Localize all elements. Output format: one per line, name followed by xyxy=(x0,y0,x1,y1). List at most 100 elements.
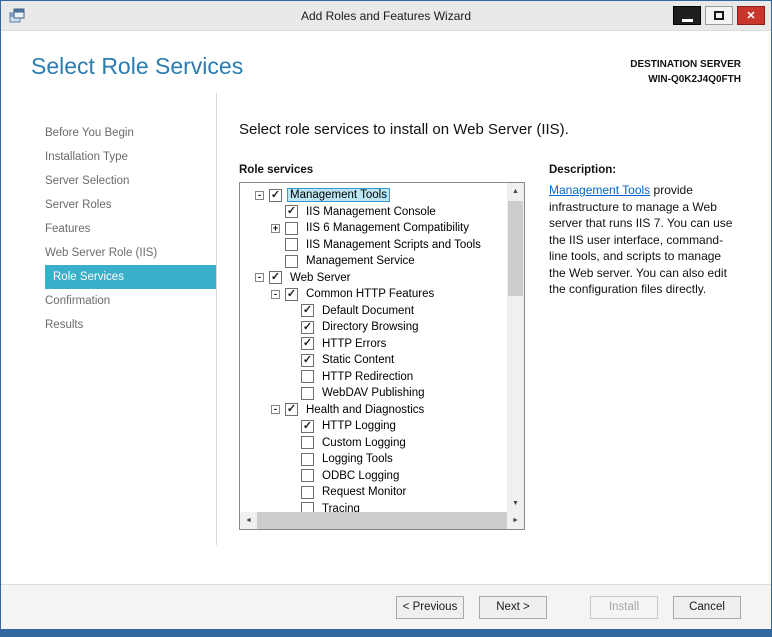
checkbox[interactable]: ✓ xyxy=(301,320,314,334)
checkbox[interactable] xyxy=(301,370,314,384)
checkbox[interactable]: ✓ xyxy=(269,271,282,285)
tree-item-label: HTTP Redirection xyxy=(322,370,414,383)
wizard-body: Before You Begin Installation Type Server … xyxy=(1,93,771,545)
scroll-up-icon[interactable]: ▲ xyxy=(507,183,524,200)
sidebar-item-before-you-begin[interactable]: Before You Begin xyxy=(45,121,216,145)
tree-item-web-server[interactable]: - ✓ Web Server xyxy=(240,270,507,287)
tree-item-webdav-publishing[interactable]: WebDAV Publishing xyxy=(240,385,507,402)
description-panel: Description: Management Tools provide in… xyxy=(525,164,741,530)
scroll-down-icon[interactable]: ▼ xyxy=(507,495,524,512)
tree-item-label: Directory Browsing xyxy=(322,321,419,334)
close-icon: ✕ xyxy=(746,10,756,22)
checkbox[interactable] xyxy=(301,452,314,466)
checkbox[interactable]: ✓ xyxy=(285,205,298,219)
tree-item-custom-logging[interactable]: Custom Logging xyxy=(240,435,507,452)
sidebar-nav: Before You Begin Installation Type Server … xyxy=(1,93,217,545)
checkbox[interactable] xyxy=(285,221,298,235)
checkbox[interactable] xyxy=(285,238,298,252)
titlebar: Add Roles and Features Wizard ✕ xyxy=(1,1,771,31)
next-button[interactable]: Next > xyxy=(479,595,547,619)
tree-item-iis-management-console[interactable]: ✓ IIS Management Console xyxy=(240,204,507,221)
expander-icon[interactable]: + xyxy=(271,223,280,233)
checkbox[interactable] xyxy=(285,254,298,268)
sidebar-item-role-services[interactable]: Role Services xyxy=(45,265,216,289)
tree-item-directory-browsing[interactable]: ✓ Directory Browsing xyxy=(240,319,507,336)
description-body: provide infrastructure to manage a Web s… xyxy=(549,183,733,296)
tree-item-label: IIS 6 Management Compatibility xyxy=(306,222,469,235)
tree-item-request-monitor[interactable]: Request Monitor xyxy=(240,484,507,501)
tree-item-management-service[interactable]: Management Service xyxy=(240,253,507,270)
checkbox[interactable]: ✓ xyxy=(301,337,314,351)
vertical-scrollbar[interactable]: ▲ ▼ xyxy=(507,183,524,512)
tree-item-logging-tools[interactable]: Logging Tools xyxy=(240,451,507,468)
checkbox[interactable] xyxy=(301,436,314,450)
expander-icon[interactable]: - xyxy=(271,405,280,415)
vertical-scrollbar-thumb[interactable] xyxy=(508,201,523,296)
tree-item-default-document[interactable]: ✓ Default Document xyxy=(240,303,507,320)
tree-item-odbc-logging[interactable]: ODBC Logging xyxy=(240,468,507,485)
sidebar-item-installation-type[interactable]: Installation Type xyxy=(45,145,216,169)
sidebar-item-confirmation[interactable]: Confirmation xyxy=(45,289,216,313)
checkbox[interactable]: ✓ xyxy=(285,403,298,417)
tree-item-label: Tracing xyxy=(322,502,360,512)
window-controls: ✕ xyxy=(673,6,765,25)
install-button[interactable]: Install xyxy=(590,595,658,619)
checkbox[interactable]: ✓ xyxy=(301,353,314,367)
tree-item-http-errors[interactable]: ✓ HTTP Errors xyxy=(240,336,507,353)
sidebar-item-results[interactable]: Results xyxy=(45,313,216,337)
tree-item-tracing[interactable]: Tracing xyxy=(240,501,507,512)
tree-item-label: Management Tools xyxy=(287,188,390,203)
tree-item-iis-management-scripts-and-tools[interactable]: IIS Management Scripts and Tools xyxy=(240,237,507,254)
tree-item-label: Logging Tools xyxy=(322,453,393,466)
tree-item-http-redirection[interactable]: HTTP Redirection xyxy=(240,369,507,386)
tree-item-label: HTTP Logging xyxy=(322,420,396,433)
tree-item-label: Static Content xyxy=(322,354,395,367)
minimize-button[interactable] xyxy=(673,6,701,25)
previous-button[interactable]: < Previous xyxy=(396,595,464,619)
checkbox[interactable] xyxy=(301,502,314,512)
management-tools-link[interactable]: Management Tools xyxy=(549,183,650,197)
scroll-left-icon[interactable]: ◄ xyxy=(240,512,257,529)
role-services-tree[interactable]: - ✓ Management Tools ✓ IIS Management Co… xyxy=(239,182,525,530)
tree-item-label: Common HTTP Features xyxy=(306,288,435,301)
sidebar-item-features[interactable]: Features xyxy=(45,217,216,241)
close-button[interactable]: ✕ xyxy=(737,6,765,25)
expander-icon[interactable]: - xyxy=(255,190,264,200)
tree-item-common-http-features[interactable]: - ✓ Common HTTP Features xyxy=(240,286,507,303)
scroll-right-icon[interactable]: ► xyxy=(507,512,524,529)
tree-item-label: Web Server xyxy=(290,271,351,284)
description-text: Management Tools provide infrastructure … xyxy=(549,182,741,298)
expander-icon[interactable]: - xyxy=(271,289,280,299)
cancel-button[interactable]: Cancel xyxy=(673,595,741,619)
sidebar-item-server-selection[interactable]: Server Selection xyxy=(45,169,216,193)
destination-server-block: DESTINATION SERVER WIN-Q0K2J4Q0FTH xyxy=(630,53,741,87)
checkbox[interactable]: ✓ xyxy=(301,419,314,433)
tree-item-label: Custom Logging xyxy=(322,436,406,449)
checkbox[interactable]: ✓ xyxy=(285,287,298,301)
tree-item-label: WebDAV Publishing xyxy=(322,387,425,400)
tree-item-label: IIS Management Scripts and Tools xyxy=(306,238,481,251)
checkbox[interactable] xyxy=(301,469,314,483)
checkbox[interactable]: ✓ xyxy=(269,188,282,202)
checkbox[interactable] xyxy=(301,386,314,400)
window-title: Add Roles and Features Wizard xyxy=(300,9,472,23)
tree-item-http-logging[interactable]: ✓ HTTP Logging xyxy=(240,418,507,435)
page-instruction: Select role services to install on Web S… xyxy=(239,121,569,138)
tree-item-health-and-diagnostics[interactable]: - ✓ Health and Diagnostics xyxy=(240,402,507,419)
sidebar-item-web-server-role-iis[interactable]: Web Server Role (IIS) xyxy=(45,241,216,265)
tree-item-label: Management Service xyxy=(306,255,415,268)
tree-item-management-tools[interactable]: - ✓ Management Tools xyxy=(240,187,507,204)
checkbox[interactable] xyxy=(301,485,314,499)
expander-icon[interactable]: - xyxy=(255,273,264,283)
minimize-icon xyxy=(681,18,693,22)
horizontal-scrollbar-thumb[interactable] xyxy=(257,512,507,529)
description-heading: Description: xyxy=(549,164,617,176)
tree-item-static-content[interactable]: ✓ Static Content xyxy=(240,352,507,369)
sidebar-item-server-roles[interactable]: Server Roles xyxy=(45,193,216,217)
tree-item-iis-6-management-compatibility[interactable]: + IIS 6 Management Compatibility xyxy=(240,220,507,237)
destination-server-label: DESTINATION SERVER xyxy=(630,59,741,70)
maximize-button[interactable] xyxy=(705,6,733,25)
tree-item-label: Request Monitor xyxy=(322,486,407,499)
checkbox[interactable]: ✓ xyxy=(301,304,314,318)
horizontal-scrollbar[interactable]: ◄ ► xyxy=(240,512,524,529)
